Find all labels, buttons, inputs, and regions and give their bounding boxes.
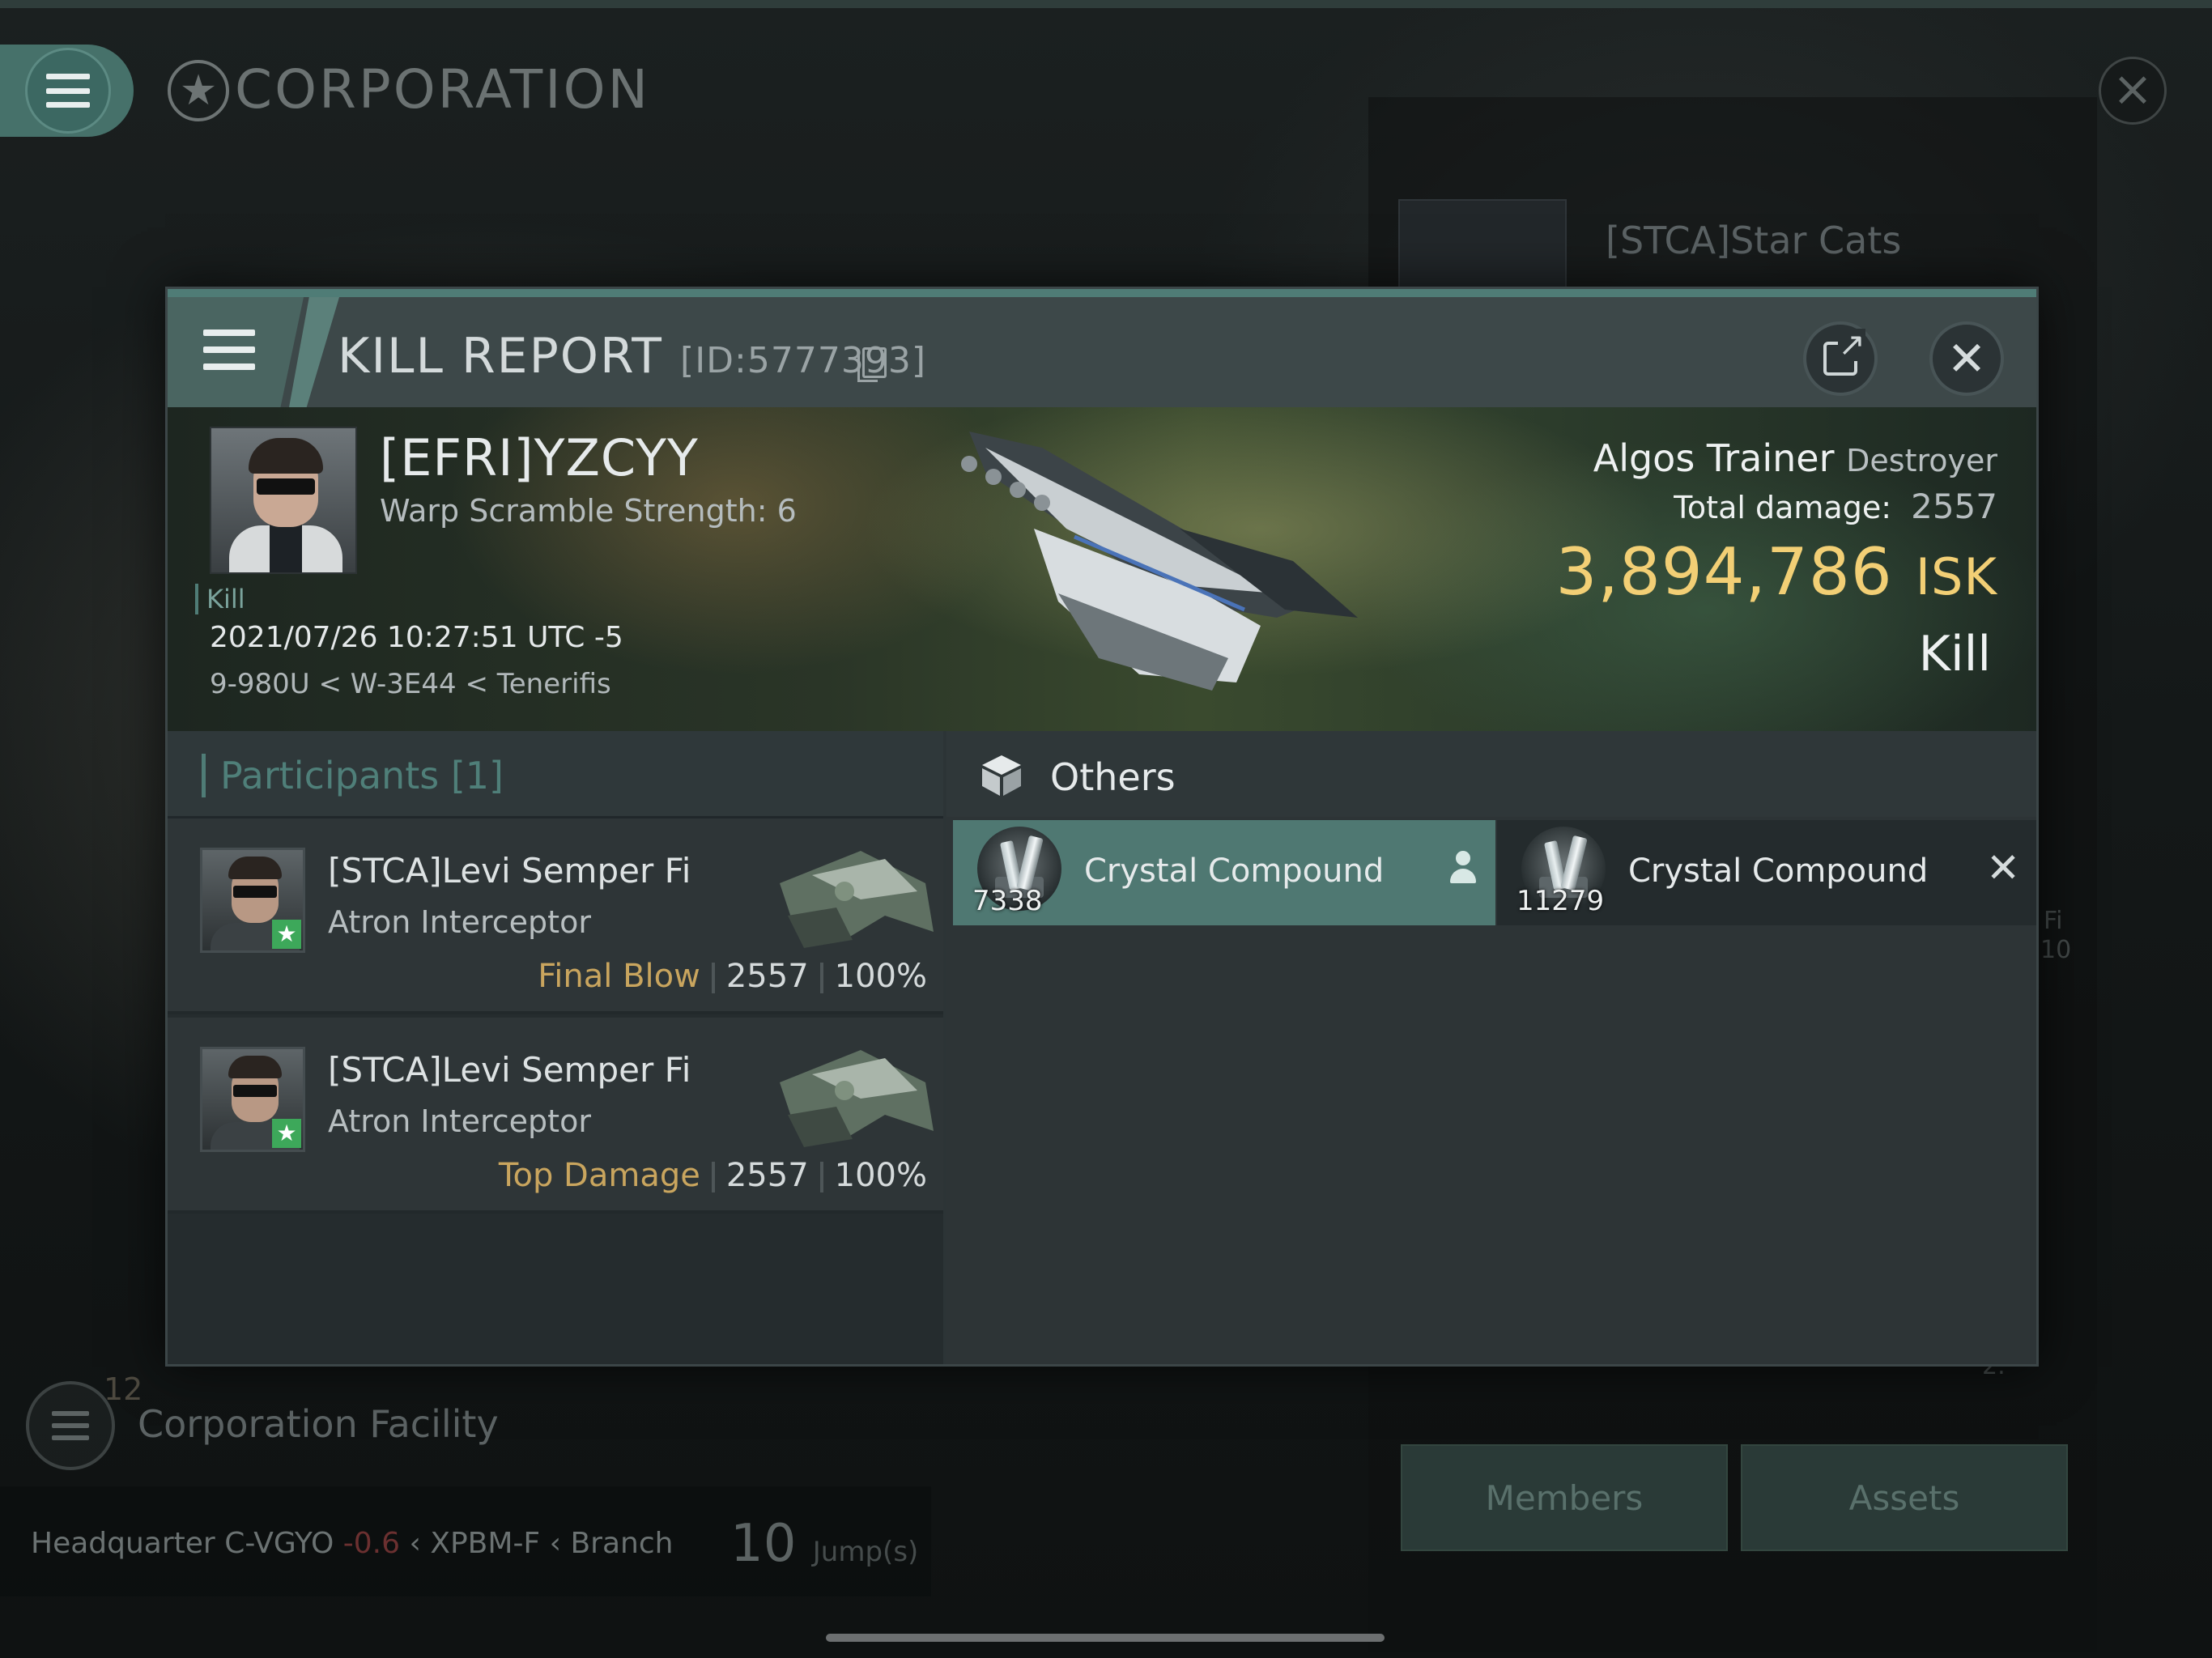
hq-security: -0.6 bbox=[342, 1527, 400, 1560]
star-icon: ★ bbox=[272, 1119, 301, 1148]
ship-class: Destroyer bbox=[1846, 443, 1997, 478]
ship-summary: Algos Trainer Destroyer Total damage: 25… bbox=[1301, 436, 1997, 682]
participant-label: Final Blow bbox=[538, 958, 700, 995]
participant-percent: 100% bbox=[834, 958, 927, 995]
kill-location[interactable]: 9-980U < W-3E44 < Tenerifis bbox=[210, 668, 611, 700]
top-border bbox=[0, 0, 2212, 8]
participants-count: [1] bbox=[450, 754, 504, 797]
chevron-left-icon: ‹ bbox=[549, 1527, 561, 1560]
participant-damage: 2557 bbox=[725, 958, 809, 995]
isk-unit: ISK bbox=[1915, 547, 1997, 606]
hq-branch: Branch bbox=[570, 1527, 674, 1560]
hq-system: C-VGYO bbox=[224, 1527, 334, 1560]
corp-logo bbox=[1398, 199, 1567, 290]
total-damage-value: 2557 bbox=[1911, 487, 1997, 526]
side-number: Fi bbox=[2044, 907, 2063, 935]
ship-name[interactable]: Algos Trainer bbox=[1593, 436, 1835, 480]
dialog-title: KILL REPORT [ID:5777393] bbox=[338, 328, 926, 385]
facility-label: Corporation Facility bbox=[138, 1402, 499, 1446]
side-number: 10 bbox=[2040, 936, 2072, 964]
participant-ship-image bbox=[780, 851, 934, 948]
result-label: Kill bbox=[1918, 626, 1991, 682]
total-damage: Total damage: 2557 bbox=[1301, 487, 1997, 526]
share-icon bbox=[1823, 329, 1865, 376]
hq-region: XPBM-F bbox=[430, 1527, 541, 1560]
jumps-unit: Jump(s) bbox=[812, 1536, 919, 1568]
participant-label: Top Damage bbox=[498, 1157, 700, 1194]
kill-id: [ID:5777393] bbox=[680, 340, 927, 381]
hq-route: Headquarter C-VGYO -0.6 ‹ XPBM-F ‹ Branc… bbox=[31, 1527, 673, 1560]
menu-icon bbox=[25, 48, 111, 134]
kill-report-dialog: KILL REPORT [ID:5777393] ✕ [EFRI]YZCYY W… bbox=[165, 287, 2039, 1367]
chevron-left-icon: ‹ bbox=[409, 1527, 421, 1560]
participant-ship-image bbox=[780, 1050, 934, 1147]
dialog-header: KILL REPORT [ID:5777393] ✕ bbox=[168, 289, 2036, 407]
item-quantity: 11279 bbox=[1516, 885, 1605, 917]
loot-item[interactable]: 11279 Crystal Compound ✕ bbox=[1497, 820, 2036, 925]
main-menu-button[interactable] bbox=[0, 45, 134, 137]
victim-name[interactable]: [EFRI]YZCYY bbox=[380, 428, 699, 487]
star-icon: ★ bbox=[272, 920, 301, 949]
person-icon bbox=[1447, 851, 1479, 890]
hq-label: Headquarter bbox=[31, 1527, 215, 1560]
participant-portrait: ★ bbox=[200, 848, 305, 953]
home-indicator[interactable] bbox=[826, 1634, 1385, 1642]
star-icon: ★ bbox=[168, 60, 229, 121]
close-button[interactable]: ✕ bbox=[1929, 321, 2004, 396]
others-title: Others bbox=[1050, 755, 1176, 799]
participants-header: Participants [1] bbox=[168, 731, 943, 818]
jumps-value: 10 bbox=[730, 1514, 797, 1574]
close-icon: ✕ bbox=[1946, 331, 1987, 386]
participants-panel: Participants [1] ★ [STCA]Levi Semper Fi … bbox=[168, 731, 943, 1364]
corp-name: [STCA]Star Cats bbox=[1606, 219, 1902, 262]
participant-stats: Top Damage 2557 100% bbox=[499, 1157, 927, 1194]
participant-stats: Final Blow 2557 100% bbox=[538, 958, 927, 995]
menu-icon[interactable] bbox=[203, 329, 255, 370]
participant-portrait: ★ bbox=[200, 1047, 305, 1152]
others-panel: Others 7338 Crystal Compound 11279 Cryst… bbox=[946, 731, 2036, 1364]
jumps-count: 10 Jump(s) bbox=[730, 1514, 918, 1574]
menu-icon bbox=[52, 1411, 89, 1440]
kill-tag: Kill bbox=[195, 584, 245, 614]
assets-button[interactable]: Assets bbox=[1741, 1444, 2068, 1551]
participant-name: [STCA]Levi Semper Fi bbox=[328, 1050, 691, 1090]
item-name: Crystal Compound bbox=[1084, 852, 1385, 890]
item-name: Crystal Compound bbox=[1628, 852, 1929, 890]
participant-damage: 2557 bbox=[725, 1157, 809, 1194]
isk-amount: 3,894,786 bbox=[1555, 534, 1893, 610]
victim-portrait[interactable] bbox=[210, 427, 357, 574]
isk-value: 3,894,786 ISK bbox=[1301, 534, 1997, 610]
warp-strength: Warp Scramble Strength: 6 bbox=[380, 493, 797, 529]
participant-row[interactable]: ★ [STCA]Levi Semper Fi Atron Interceptor… bbox=[168, 1018, 943, 1214]
dialog-title-text: KILL REPORT bbox=[338, 328, 663, 385]
screen-title: CORPORATION bbox=[235, 58, 650, 121]
share-button[interactable] bbox=[1803, 321, 1878, 396]
total-damage-label: Total damage: bbox=[1674, 490, 1892, 525]
victim-banner: [EFRI]YZCYY Warp Scramble Strength: 6 Ki… bbox=[168, 407, 2036, 731]
participant-row[interactable]: ★ [STCA]Levi Semper Fi Atron Interceptor… bbox=[168, 818, 943, 1014]
kill-date: 2021/07/26 10:27:51 UTC -5 bbox=[210, 621, 623, 654]
copy-icon[interactable] bbox=[857, 347, 887, 382]
cube-icon bbox=[982, 755, 1021, 796]
participant-ship: Atron Interceptor bbox=[328, 1103, 591, 1139]
close-icon[interactable]: × bbox=[2099, 57, 2167, 125]
participants-label: Participants bbox=[220, 754, 440, 797]
item-quantity: 7338 bbox=[972, 885, 1043, 917]
facility-menu-button[interactable] bbox=[26, 1381, 115, 1470]
others-header: Others bbox=[946, 731, 2036, 817]
loot-item[interactable]: 7338 Crystal Compound bbox=[953, 820, 1495, 925]
participant-percent: 100% bbox=[834, 1157, 927, 1194]
members-button[interactable]: Members bbox=[1401, 1444, 1728, 1551]
participant-ship: Atron Interceptor bbox=[328, 904, 591, 940]
participant-name: [STCA]Levi Semper Fi bbox=[328, 851, 691, 891]
ship-line: Algos Trainer Destroyer bbox=[1301, 436, 1997, 480]
participants-title: Participants [1] bbox=[202, 754, 504, 797]
close-icon: ✕ bbox=[1986, 844, 2020, 891]
